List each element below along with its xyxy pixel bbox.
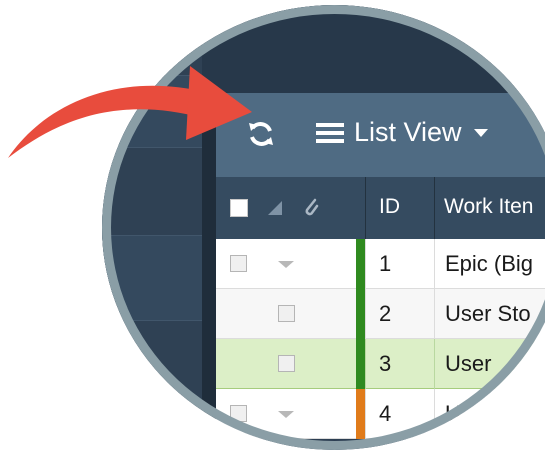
pointer-arrow-icon: [8, 66, 252, 158]
